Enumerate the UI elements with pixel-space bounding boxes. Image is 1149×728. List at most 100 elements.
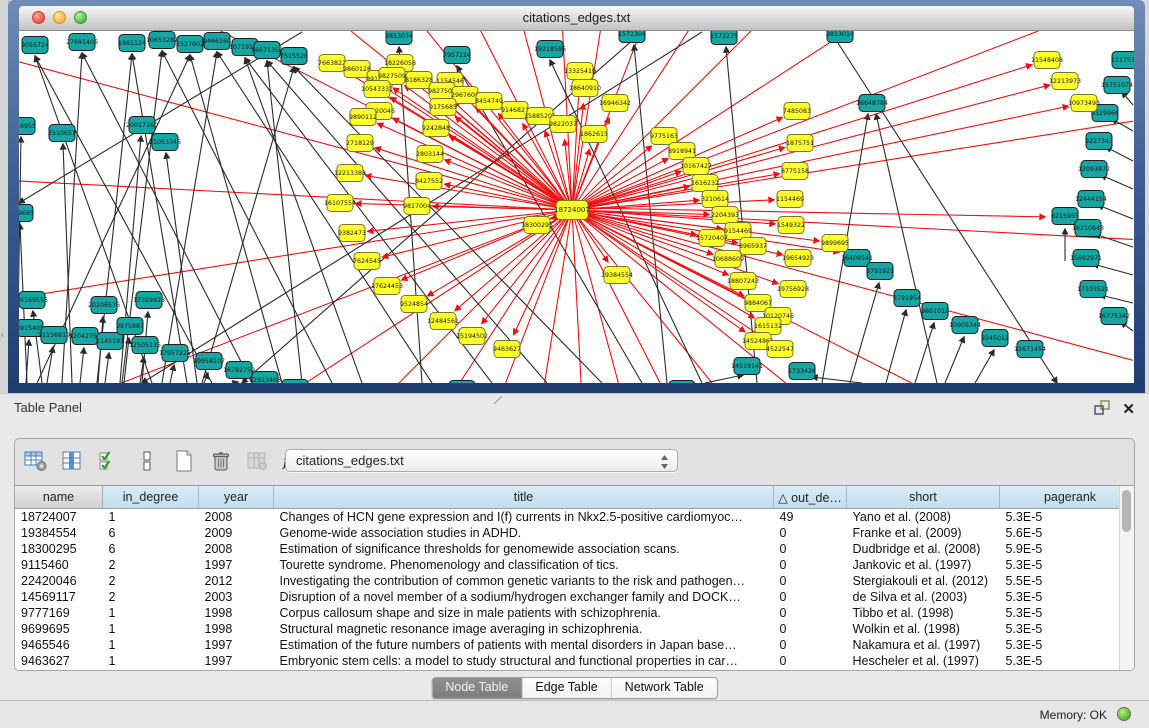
yellow-node[interactable]: 16107554 xyxy=(324,195,356,212)
table-cell[interactable]: 9777169 xyxy=(15,605,103,621)
yellow-node[interactable]: 15720407 xyxy=(696,230,728,247)
tab-node-table[interactable]: Node Table xyxy=(432,678,522,698)
table-cell[interactable]: 0 xyxy=(774,573,847,589)
scrollbar-thumb[interactable] xyxy=(1122,490,1131,532)
close-window-button[interactable] xyxy=(32,11,45,24)
new-table-icon[interactable] xyxy=(171,447,197,475)
teal-node[interactable]: 8791921 xyxy=(866,263,894,280)
column-header-title[interactable]: title xyxy=(274,486,774,509)
yellow-node[interactable]: 1549322 xyxy=(777,217,805,234)
node-table[interactable]: namein_degreeyeartitle△ out_de…shortpage… xyxy=(15,485,1134,670)
yellow-node[interactable]: 10167427 xyxy=(680,158,712,175)
yellow-node[interactable]: 9817004 xyxy=(403,198,431,215)
table-cell[interactable]: 0 xyxy=(774,605,847,621)
table-cell[interactable]: 5.3E-5 xyxy=(1000,605,1136,621)
table-cell[interactable]: 2 xyxy=(103,557,199,573)
table-cell[interactable]: Franke et al. (2009) xyxy=(847,525,1000,541)
yellow-node[interactable]: 9242848 xyxy=(422,120,450,137)
table-cell[interactable]: Stergiakouli et al. (2012) xyxy=(847,573,1000,589)
table-cell[interactable]: 49 xyxy=(774,509,847,526)
table-row[interactable]: 969969511998Structural magnetic resonanc… xyxy=(15,621,1135,637)
yellow-node[interactable]: 17624453 xyxy=(371,278,403,295)
table-cell[interactable]: 2008 xyxy=(199,509,274,526)
yellow-node[interactable]: 8454749 xyxy=(475,93,503,110)
yellow-node[interactable]: 9890112 xyxy=(349,109,377,126)
table-cell[interactable]: 5.3E-5 xyxy=(1000,509,1136,526)
table-row[interactable]: 911546021997Tourette syndrome. Phenomeno… xyxy=(15,557,1135,573)
teal-node[interactable]: 17957225 xyxy=(159,345,191,362)
yellow-node[interactable]: 1616232 xyxy=(691,175,719,192)
table-cell[interactable]: 0 xyxy=(774,653,847,669)
yellow-node[interactable]: 19384554 xyxy=(601,267,633,284)
table-cell[interactable]: 22420046 xyxy=(15,573,103,589)
table-cell[interactable]: Investigating the contribution of common… xyxy=(274,573,774,589)
column-header-short[interactable]: short xyxy=(847,486,1000,509)
teal-node[interactable]: 16782759 xyxy=(223,362,255,379)
yellow-node[interactable]: 9775163 xyxy=(650,128,678,145)
yellow-node[interactable]: 12213973 xyxy=(1049,73,1081,90)
table-cell[interactable]: 6 xyxy=(103,525,199,541)
column-header-out_de[interactable]: △ out_de… xyxy=(774,486,847,509)
teal-node[interactable]: 8813074 xyxy=(385,31,413,45)
teal-node[interactable]: 12671454 xyxy=(1014,341,1046,358)
yellow-node[interactable]: 1875751 xyxy=(786,135,814,152)
yellow-node[interactable]: 3210614 xyxy=(701,191,729,208)
table-cell[interactable]: Embryonic stem cells: a model to study s… xyxy=(274,653,774,669)
yellow-node[interactable]: 10973493 xyxy=(1068,95,1100,112)
teal-node[interactable]: 9055724 xyxy=(21,37,49,54)
column-header-pagerank[interactable]: pagerank xyxy=(1000,486,1136,509)
import-table-icon[interactable] xyxy=(245,447,271,475)
delete-table-icon[interactable] xyxy=(208,447,234,475)
teal-node[interactable]: 9465546 xyxy=(281,380,309,384)
minimize-window-button[interactable] xyxy=(53,11,66,24)
splitpane-grip[interactable] xyxy=(493,396,503,404)
table-row[interactable]: 1872400712008Changes of HCN gene express… xyxy=(15,509,1135,526)
table-cell[interactable]: 1998 xyxy=(199,621,274,637)
teal-node[interactable]: 16648784 xyxy=(856,95,888,112)
tab-network-table[interactable]: Network Table xyxy=(612,678,717,698)
teal-node[interactable]: 14569117 xyxy=(446,381,478,384)
yellow-node[interactable]: 18300295 xyxy=(521,217,553,234)
table-cell[interactable]: Jankovic et al. (1997) xyxy=(847,557,1000,573)
yellow-node[interactable]: 7663822 xyxy=(318,55,346,72)
teal-node[interactable]: 16671358 xyxy=(251,42,283,59)
teal-node[interactable]: 15692971 xyxy=(1070,250,1102,267)
table-cell[interactable]: 1 xyxy=(103,653,199,669)
yellow-node[interactable]: 7624545 xyxy=(353,253,381,270)
table-cell[interactable]: 1 xyxy=(103,605,199,621)
vertical-scrollbar[interactable] xyxy=(1119,486,1134,670)
yellow-node[interactable]: 9822037 xyxy=(549,116,577,133)
table-cell[interactable]: 0 xyxy=(774,621,847,637)
teal-node[interactable]: 1145193 xyxy=(96,333,124,350)
teal-node[interactable]: 11156819 xyxy=(38,327,70,344)
table-row[interactable]: 1938455462009Genome-wide association stu… xyxy=(15,525,1135,541)
create-column-icon[interactable] xyxy=(97,447,123,475)
table-cell[interactable]: 18300295 xyxy=(15,541,103,557)
table-cell[interactable]: 2003 xyxy=(199,589,274,605)
table-cell[interactable]: 9115460 xyxy=(15,557,103,573)
network-window[interactable]: citations_edges.txt 90557242769140619611… xyxy=(8,0,1145,393)
yellow-node[interactable]: 10688609 xyxy=(712,251,744,268)
yellow-node[interactable]: 2718129 xyxy=(346,135,374,152)
yellow-node[interactable]: 19654923 xyxy=(782,250,814,267)
table-cell[interactable]: Wolkin et al. (1998) xyxy=(847,621,1000,637)
yellow-node[interactable]: 18807243 xyxy=(727,273,759,290)
table-cell[interactable]: 1998 xyxy=(199,605,274,621)
yellow-node[interactable]: 8918941 xyxy=(668,143,696,160)
table-cell[interactable]: 5.3E-5 xyxy=(1000,637,1136,653)
show-columns-icon[interactable] xyxy=(60,447,86,475)
table-cell[interactable]: 5.3E-5 xyxy=(1000,653,1136,669)
network-window-titlebar[interactable]: citations_edges.txt xyxy=(19,6,1134,31)
yellow-node[interactable]: 1615132 xyxy=(754,318,782,335)
table-cell[interactable]: 5.5E-5 xyxy=(1000,573,1136,589)
teal-node[interactable]: 12923468 xyxy=(249,372,281,384)
table-mode-icon[interactable] xyxy=(23,447,49,475)
yellow-node[interactable]: 18724007 xyxy=(554,201,590,220)
close-panel-icon[interactable]: ✕ xyxy=(1122,403,1135,417)
table-row[interactable]: 946362711997Embryonic stem cells: a mode… xyxy=(15,653,1135,669)
table-cell[interactable]: Dudbridge et al. (2008) xyxy=(847,541,1000,557)
teal-node[interactable]: 17359928 xyxy=(133,292,165,309)
yellow-node[interactable]: 1154469 xyxy=(776,191,804,208)
yellow-node[interactable]: 9524854 xyxy=(400,296,428,313)
teal-node[interactable]: 10653287 xyxy=(146,32,178,49)
